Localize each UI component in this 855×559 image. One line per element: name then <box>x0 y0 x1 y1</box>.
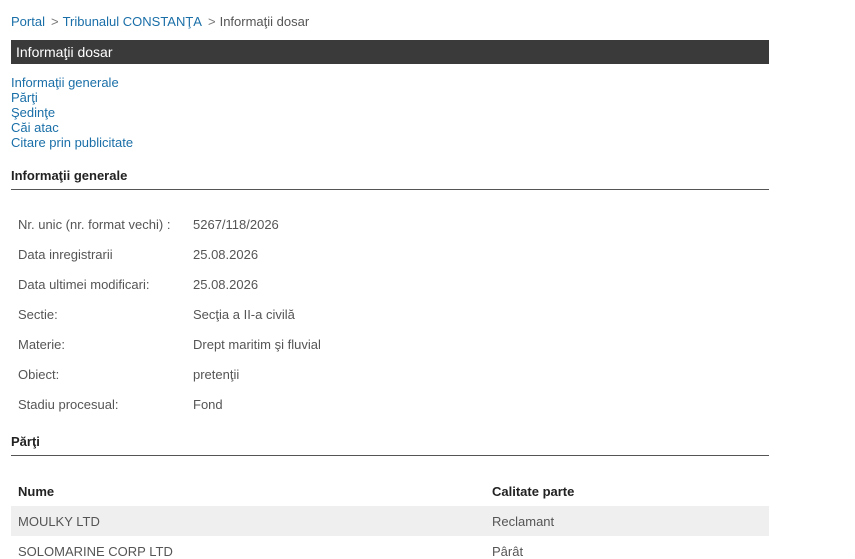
info-row: Data ultimei modificari: 25.08.2026 <box>18 270 618 300</box>
breadcrumb-separator: > <box>50 14 59 29</box>
info-row: Data inregistrarii 25.08.2026 <box>18 240 618 270</box>
section-links: Informaţii generale Părţi Şedinţe Căi at… <box>11 75 133 150</box>
link-citare-prin-publicitate[interactable]: Citare prin publicitate <box>11 135 133 150</box>
section-heading-parti: Părţi <box>11 434 769 456</box>
table-header: Nume Calitate parte <box>11 476 769 506</box>
info-value: 5267/118/2026 <box>193 217 279 232</box>
info-label: Sectie: <box>18 307 58 322</box>
section-heading-general: Informaţii generale <box>11 168 769 190</box>
info-value: 25.08.2026 <box>193 277 259 292</box>
page-title: Informaţii dosar <box>11 40 769 64</box>
info-label: Nr. unic (nr. format vechi) : <box>18 217 171 232</box>
table-row: SOLOMARINE CORP LTD Pârât <box>11 536 769 559</box>
breadcrumb-portal-link[interactable]: Portal <box>11 14 45 29</box>
info-value: pretenţii <box>193 367 240 382</box>
party-role: Reclamant <box>492 514 555 529</box>
info-value: Fond <box>193 397 223 412</box>
link-sedinte[interactable]: Şedinţe <box>11 105 133 120</box>
info-label: Obiect: <box>18 367 60 382</box>
general-info-list: Nr. unic (nr. format vechi) : 5267/118/2… <box>18 210 618 420</box>
breadcrumb-separator: > <box>207 14 216 29</box>
info-value: 25.08.2026 <box>193 247 259 262</box>
party-name: MOULKY LTD <box>18 514 100 529</box>
party-name: SOLOMARINE CORP LTD <box>18 544 173 559</box>
info-value: Secţia a II-a civilă <box>193 307 295 322</box>
info-label: Data inregistrarii <box>18 247 113 262</box>
info-row: Materie: Drept maritim şi fluvial <box>18 330 618 360</box>
breadcrumb: Portal > Tribunalul CONSTANŢA > Informaţii d… <box>11 14 309 30</box>
column-header-nume: Nume <box>18 484 55 499</box>
info-value: Drept maritim şi fluvial <box>193 337 321 352</box>
parti-table: Nume Calitate parte MOULKY LTD Reclamant… <box>11 476 769 559</box>
link-informatii-generale[interactable]: Informaţii generale <box>11 75 133 90</box>
info-label: Data ultimei modificari: <box>18 277 150 292</box>
party-role: Pârât <box>492 544 524 559</box>
info-row: Stadiu procesual: Fond <box>18 390 618 420</box>
column-header-calitate: Calitate parte <box>492 484 575 499</box>
page: Portal > Tribunalul CONSTANŢA > Informaţii d… <box>0 0 855 559</box>
info-row: Obiect: pretenţii <box>18 360 618 390</box>
info-row: Sectie: Secţia a II-a civilă <box>18 300 618 330</box>
link-cai-atac[interactable]: Căi atac <box>11 120 133 135</box>
table-row: MOULKY LTD Reclamant <box>11 506 769 536</box>
info-label: Stadiu procesual: <box>18 397 119 412</box>
breadcrumb-current: Informaţii dosar <box>219 14 310 29</box>
link-parti[interactable]: Părţi <box>11 90 133 105</box>
info-label: Materie: <box>18 337 65 352</box>
info-row: Nr. unic (nr. format vechi) : 5267/118/2… <box>18 210 618 240</box>
breadcrumb-court-link[interactable]: Tribunalul CONSTANŢA <box>63 14 202 29</box>
